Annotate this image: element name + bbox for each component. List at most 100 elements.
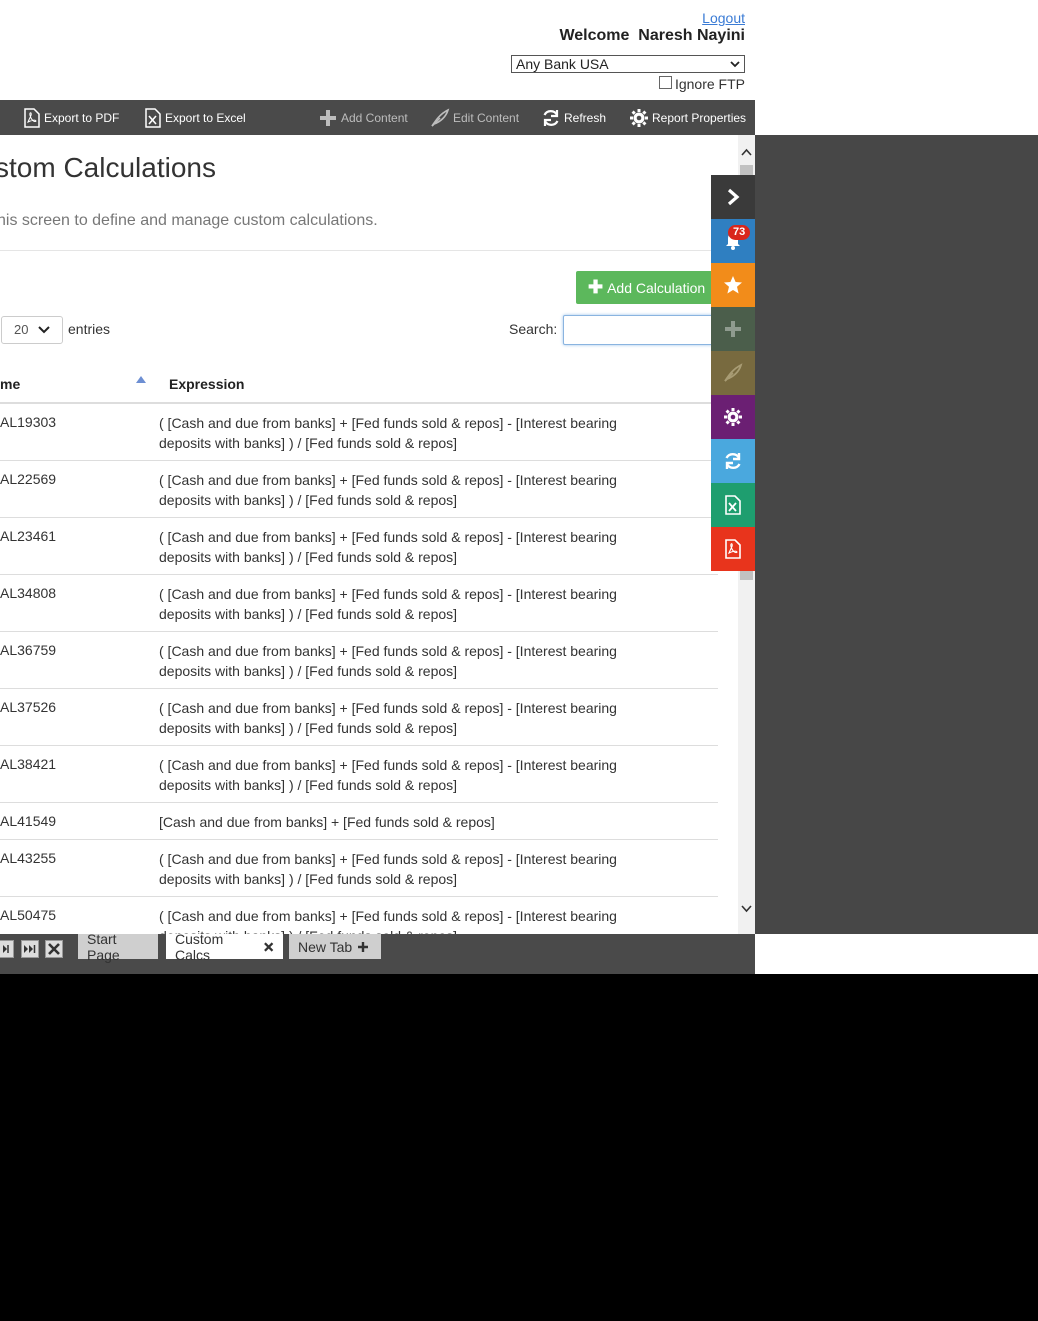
favorites-button[interactable] xyxy=(711,263,755,307)
ignore-ftp[interactable]: Ignore FTP xyxy=(658,76,745,92)
table-row[interactable]: AL50475( [Cash and due from banks] + [Fe… xyxy=(0,897,718,934)
report-properties-label: Report Properties xyxy=(652,110,747,125)
tab-label: New Tab xyxy=(298,938,353,955)
next-icon xyxy=(3,945,9,953)
scroll-up-icon[interactable] xyxy=(741,147,752,158)
side-panel: 73 xyxy=(711,175,755,571)
gear-icon xyxy=(724,408,742,426)
row-name: AL38421 xyxy=(0,756,57,772)
refresh-side-button[interactable] xyxy=(711,439,755,483)
export-excel-side-button[interactable] xyxy=(711,483,755,527)
background-area xyxy=(755,135,1038,934)
page-length-value: 20 xyxy=(14,322,29,337)
tab-start-page[interactable]: Start Page xyxy=(78,931,158,963)
plus-icon xyxy=(358,941,369,952)
chevron-right-icon xyxy=(727,188,740,206)
table-row[interactable]: AL23461 ( [Cash and due from banks] + [Fe… xyxy=(0,518,718,575)
add-content-button[interactable]: Add Content xyxy=(318,100,408,135)
refresh-icon xyxy=(725,452,741,470)
close-icon xyxy=(48,943,60,955)
tab-next-button[interactable] xyxy=(0,940,14,958)
page-title: stom Calculations xyxy=(0,152,216,183)
table-row[interactable]: AL34808 ( [Cash and due from banks] + [Fe… xyxy=(0,575,718,632)
search-label: Search: xyxy=(509,321,558,337)
export-pdf-label: Export to PDF xyxy=(44,110,120,125)
notifications-button[interactable]: 73 xyxy=(711,219,755,263)
entries-label: entries xyxy=(68,321,111,337)
export-excel-label: Export to Excel xyxy=(165,110,246,125)
edit-content-side-button[interactable] xyxy=(711,351,755,395)
app-window: Logout Welcome Naresh Nayini Any Bank US… xyxy=(0,0,755,974)
feather-pen-icon xyxy=(724,363,743,382)
table-row[interactable]: AL38421 ( [Cash and due from banks] + [Fe… xyxy=(0,746,718,803)
refresh-label: Refresh xyxy=(564,110,607,125)
add-calculation-label: Add Calculation xyxy=(607,279,706,296)
divider xyxy=(0,250,720,251)
collapse-panel-button[interactable] xyxy=(711,175,755,219)
row-name: AL22569 xyxy=(0,471,57,487)
settings-side-button[interactable] xyxy=(711,395,755,439)
ignore-ftp-checkbox[interactable] xyxy=(658,76,672,89)
row-name: AL34808 xyxy=(0,585,57,601)
table-row[interactable]: AL22569 ( [Cash and due from banks] + [Fe… xyxy=(0,461,718,518)
background-area xyxy=(755,934,1038,974)
last-icon xyxy=(24,945,36,953)
notification-badge: 73 xyxy=(728,225,751,240)
pdf-file-icon xyxy=(24,107,40,128)
logout-link[interactable]: Logout xyxy=(702,10,745,26)
chevron-down-icon xyxy=(38,326,50,334)
page-length-select[interactable]: 20 xyxy=(1,316,63,344)
column-header-name[interactable]: me xyxy=(0,376,20,392)
scroll-down-icon[interactable] xyxy=(741,903,752,914)
search-input[interactable] xyxy=(563,315,733,345)
tab-label: Start Page xyxy=(87,930,120,963)
tab-custom-calcs[interactable]: Custom Calcs xyxy=(166,931,283,963)
main-content: stom Calculations his screen to define a… xyxy=(0,135,738,934)
welcome-text: Welcome Naresh Nayini xyxy=(559,27,745,44)
table-row[interactable]: AL43255 ( [Cash and due from banks] + [Fe… xyxy=(0,840,718,897)
star-icon xyxy=(724,276,742,294)
report-properties-button[interactable]: Report Properties xyxy=(629,100,746,135)
export-pdf-button[interactable]: Export to PDF xyxy=(23,100,119,135)
table-row[interactable]: AL41549 [Cash and due from banks] + [Fed … xyxy=(0,803,718,840)
table-row[interactable]: AL37526 ( [Cash and due from banks] + [Fe… xyxy=(0,689,718,746)
table-body: AL19303 ( [Cash and due from banks] + [Fe… xyxy=(0,404,718,934)
row-name: AL23461 xyxy=(0,528,57,544)
toolbar: Export to PDF Export to Excel Add Conten… xyxy=(0,100,755,135)
row-name: AL43255 xyxy=(0,850,57,866)
page-subtitle: his screen to define and manage custom c… xyxy=(0,212,378,229)
row-expression: ( [Cash and due from banks] + [Fed funds… xyxy=(159,529,617,565)
pdf-file-icon xyxy=(725,539,741,559)
table-row[interactable]: AL36759 ( [Cash and due from banks] + [Fe… xyxy=(0,632,718,689)
ignore-ftp-label: Ignore FTP xyxy=(674,76,745,92)
tab-last-button[interactable] xyxy=(21,940,39,958)
sort-asc-icon[interactable] xyxy=(136,376,146,383)
column-header-expression[interactable]: Expression xyxy=(169,376,244,392)
tab-new-tab[interactable]: New Tab xyxy=(289,934,381,959)
row-expression: [Cash and due from banks] + [Fed funds s… xyxy=(159,814,495,830)
chevron-down-icon xyxy=(730,61,740,68)
close-all-tabs-button[interactable] xyxy=(45,940,63,958)
background-area xyxy=(755,0,1038,135)
row-expression: ( [Cash and due from banks] + [Fed funds… xyxy=(159,472,617,508)
row-expression: ( [Cash and due from banks] + [Fed funds… xyxy=(159,586,617,622)
table-row[interactable]: AL19303 ( [Cash and due from banks] + [Fe… xyxy=(0,404,718,461)
row-expression: ( [Cash and due from banks] + [Fed funds… xyxy=(159,643,617,679)
excel-file-icon xyxy=(145,107,161,128)
add-calculation-button[interactable]: ✚ Add Calculation xyxy=(576,271,721,304)
row-name: AL41549 xyxy=(0,813,57,829)
row-expression: ( [Cash and due from banks] + [Fed funds… xyxy=(159,415,617,451)
edit-content-button[interactable]: Edit Content xyxy=(430,100,519,135)
export-pdf-side-button[interactable] xyxy=(711,527,755,571)
bank-select[interactable]: Any Bank USA xyxy=(511,55,745,73)
export-excel-button[interactable]: Export to Excel xyxy=(144,100,246,135)
refresh-icon xyxy=(543,109,559,126)
add-content-side-button[interactable] xyxy=(711,307,755,351)
refresh-button[interactable]: Refresh xyxy=(541,100,606,135)
plus-icon: ✚ xyxy=(588,277,604,297)
bank-select-value: Any Bank USA xyxy=(516,56,609,72)
row-name: AL37526 xyxy=(0,699,57,715)
close-icon[interactable] xyxy=(263,941,274,953)
feather-pen-icon xyxy=(431,107,450,127)
row-name: AL50475 xyxy=(0,907,57,923)
